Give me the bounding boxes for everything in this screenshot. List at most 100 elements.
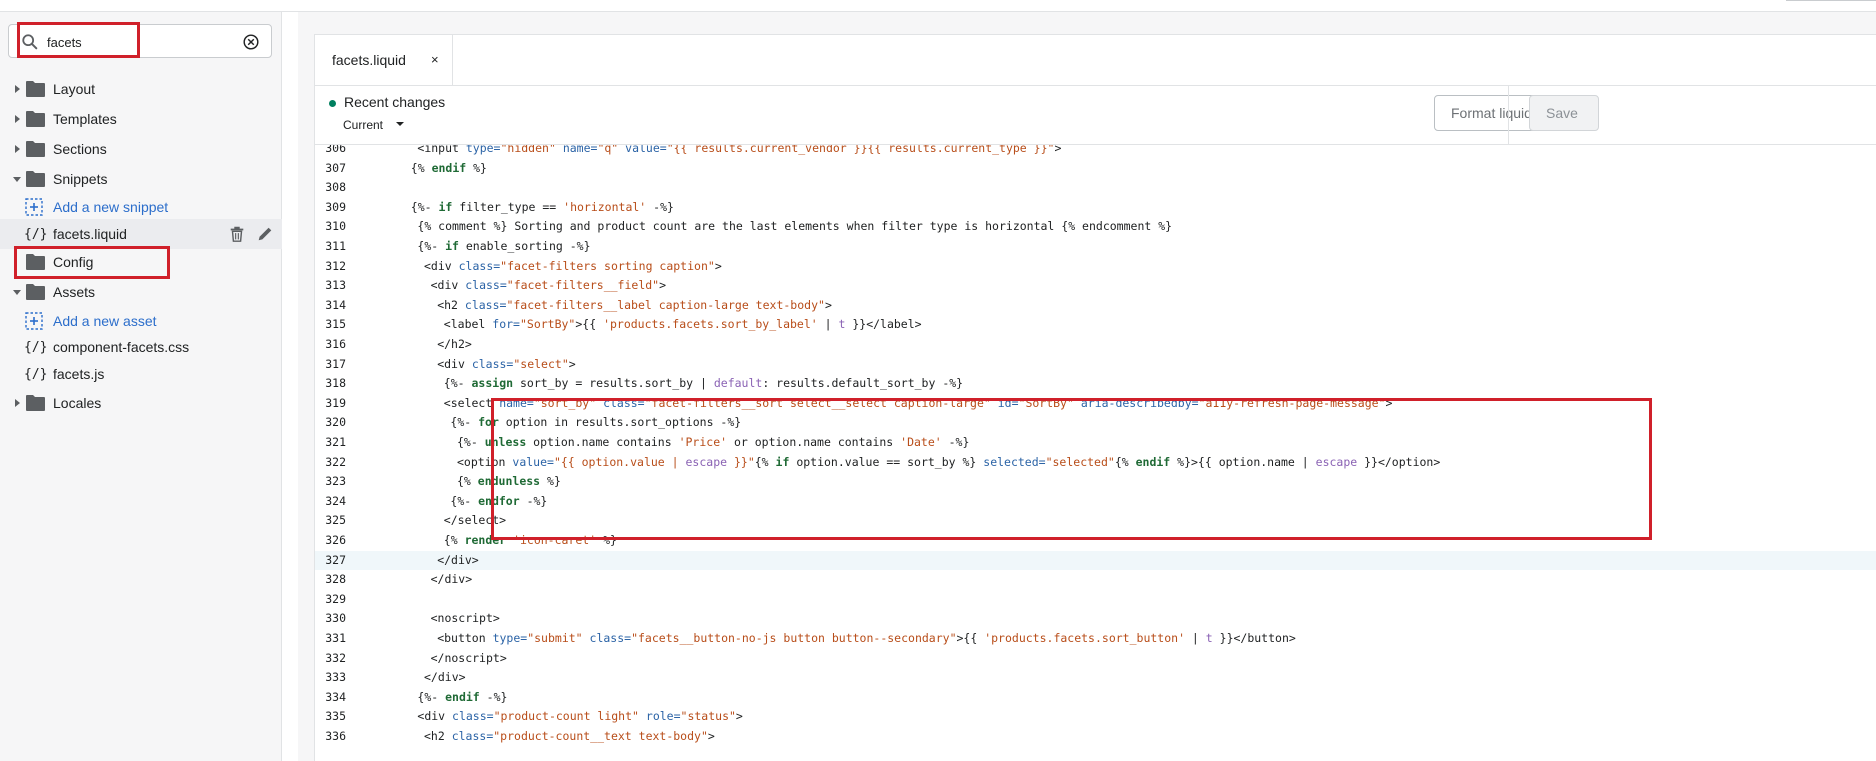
line-number: 335 xyxy=(325,709,346,724)
line-number: 332 xyxy=(325,650,346,665)
code-line[interactable]: 310 {% comment %} Sorting and product cou… xyxy=(315,217,1876,237)
save-button[interactable]: Save xyxy=(1529,95,1599,131)
search-input[interactable] xyxy=(47,31,237,53)
code-text: </div> xyxy=(437,552,479,567)
code-text: {%- if enable_sorting -%} xyxy=(417,239,591,253)
code-line[interactable]: 334 {%- endif -%} xyxy=(315,688,1876,708)
code-line[interactable]: 321 {%- unless option.name contains 'Pric… xyxy=(315,433,1876,453)
code-line[interactable]: 330 <noscript> xyxy=(315,609,1876,629)
code-line[interactable]: 314 <h2 class="facet-filters__label capti… xyxy=(315,296,1876,316)
file-facets-js[interactable]: {/} facets.js xyxy=(0,359,282,389)
caret-down-icon[interactable] xyxy=(12,174,22,184)
code-line[interactable]: 333 </div> xyxy=(315,668,1876,688)
code-line[interactable]: 335 <div class="product-count light" role… xyxy=(315,707,1876,727)
code-line[interactable]: 332 </noscript> xyxy=(315,649,1876,669)
code-line[interactable]: 325 </select> xyxy=(315,511,1876,531)
code-line[interactable]: 327 </div> xyxy=(315,550,1876,571)
code-text: <div class="product-count light" role="s… xyxy=(417,709,743,724)
line-number: 317 xyxy=(325,356,346,371)
code-line[interactable]: 323 {% endunless %} xyxy=(315,472,1876,492)
code-text: <select name="sort_by" class="facet-filt… xyxy=(443,395,1393,410)
code-line[interactable]: 320 {%- for option in results.sort_option… xyxy=(315,413,1876,433)
code-text: <div class="facet-filters sorting captio… xyxy=(424,258,722,273)
folder-label: Layout xyxy=(53,81,96,97)
code-line[interactable]: 336 <h2 class="product-count__text text-b… xyxy=(315,727,1876,747)
folder-icon xyxy=(26,395,45,411)
folder-label: Locales xyxy=(53,395,102,411)
code-text: {% render 'icon-caret' %} xyxy=(443,533,617,547)
status-dot-icon xyxy=(329,100,336,107)
folder-locales[interactable]: Locales xyxy=(0,388,282,418)
code-line[interactable]: 322 <option value="{{ option.value | esca… xyxy=(315,453,1876,473)
line-number: 333 xyxy=(325,670,346,685)
file-facets-liquid[interactable]: {/} facets.liquid xyxy=(0,219,282,249)
caret-right-icon[interactable] xyxy=(12,398,22,408)
folder-icon xyxy=(26,81,45,97)
line-number: 329 xyxy=(325,591,346,606)
code-text: <button type="submit" class="facets__but… xyxy=(437,631,1296,645)
caret-right-icon[interactable] xyxy=(12,144,22,154)
code-line[interactable]: 329 xyxy=(315,590,1876,610)
code-line[interactable]: 307 {% endif %} xyxy=(315,159,1876,179)
add-a-new-snippet-link[interactable]: Add a new snippet xyxy=(0,192,282,222)
code-line[interactable]: 312 <div class="facet-filters sorting cap… xyxy=(315,257,1876,277)
code-line[interactable]: 306 <input type="hidden" name="q" value="… xyxy=(315,145,1876,159)
folder-label: Templates xyxy=(53,111,117,127)
line-number: 311 xyxy=(325,239,346,253)
close-tab-icon[interactable]: × xyxy=(431,52,439,67)
folder-label: Assets xyxy=(53,284,96,300)
code-text: {%- unless option.name contains 'Price' … xyxy=(457,435,970,449)
code-line[interactable]: 308 xyxy=(315,178,1876,198)
line-number: 318 xyxy=(325,376,346,391)
code-line[interactable]: 324 {%- endfor -%} xyxy=(315,492,1876,512)
folder-assets[interactable]: Assets xyxy=(0,277,282,307)
version-select[interactable]: Current xyxy=(343,118,404,132)
line-number: 328 xyxy=(325,572,346,587)
code-line[interactable]: 313 <div class="facet-filters__field"> xyxy=(315,276,1876,296)
line-number: 322 xyxy=(325,454,346,469)
code-line[interactable]: 317 <div class="select"> xyxy=(315,355,1876,375)
folder-icon xyxy=(26,111,45,127)
file-search xyxy=(8,24,272,58)
code-line[interactable]: 316 </h2> xyxy=(315,335,1876,355)
chevron-down-icon xyxy=(396,122,404,126)
line-number: 326 xyxy=(325,533,346,547)
code-line[interactable]: 311 {%- if enable_sorting -%} xyxy=(315,237,1876,257)
folder-snippets[interactable]: Snippets xyxy=(0,164,282,194)
code-line[interactable]: 326 {% render 'icon-caret' %} xyxy=(315,531,1876,551)
code-line[interactable]: 331 <button type="submit" class="facets__… xyxy=(315,629,1876,649)
line-number: 315 xyxy=(325,317,346,332)
code-text: <label for="SortBy">{{ 'products.facets.… xyxy=(443,317,922,332)
line-number: 307 xyxy=(325,160,346,175)
folder-label: Sections xyxy=(53,141,107,157)
code-text: <div class="facet-filters__field"> xyxy=(430,278,667,293)
code-line[interactable]: 309 {%- if filter_type == 'horizontal' -%… xyxy=(315,198,1876,218)
version-select-label: Current xyxy=(343,118,384,132)
tab-facets-liquid[interactable]: facets.liquid × xyxy=(315,35,453,86)
file-actions xyxy=(228,225,274,243)
folder-config[interactable]: Config xyxy=(0,247,282,277)
folder-sections[interactable]: Sections xyxy=(0,134,282,164)
folder-layout[interactable]: Layout xyxy=(0,74,282,104)
code-line[interactable]: 328 </div> xyxy=(315,570,1876,590)
file-component-facets-css[interactable]: {/} component-facets.css xyxy=(0,332,282,362)
line-number: 314 xyxy=(325,297,346,312)
caret-right-icon[interactable] xyxy=(12,114,22,124)
add-file-icon xyxy=(25,312,43,330)
caret-down-icon[interactable] xyxy=(12,287,22,297)
folder-templates[interactable]: Templates xyxy=(0,104,282,134)
code-text: <noscript> xyxy=(430,611,500,626)
line-number: 319 xyxy=(325,395,346,410)
code-line[interactable]: 318 {%- assign sort_by = results.sort_by … xyxy=(315,374,1876,394)
code-text: <input type="hidden" name="q" value="{{ … xyxy=(417,145,1062,155)
code-line[interactable]: 319 <select name="sort_by" class="facet-f… xyxy=(315,394,1876,414)
code-line[interactable]: 315 <label for="SortBy">{{ 'products.face… xyxy=(315,315,1876,335)
delete-icon[interactable] xyxy=(228,225,246,243)
edit-icon[interactable] xyxy=(256,225,274,243)
editor-toolbar: Recent changes Current Format liquid Sav… xyxy=(314,85,1876,145)
code-editor[interactable]: 306 <input type="hidden" name="q" value="… xyxy=(314,145,1876,761)
line-number: 325 xyxy=(325,513,346,528)
folder-icon xyxy=(26,171,45,187)
caret-right-icon[interactable] xyxy=(12,84,22,94)
clear-search-icon[interactable] xyxy=(243,34,259,50)
